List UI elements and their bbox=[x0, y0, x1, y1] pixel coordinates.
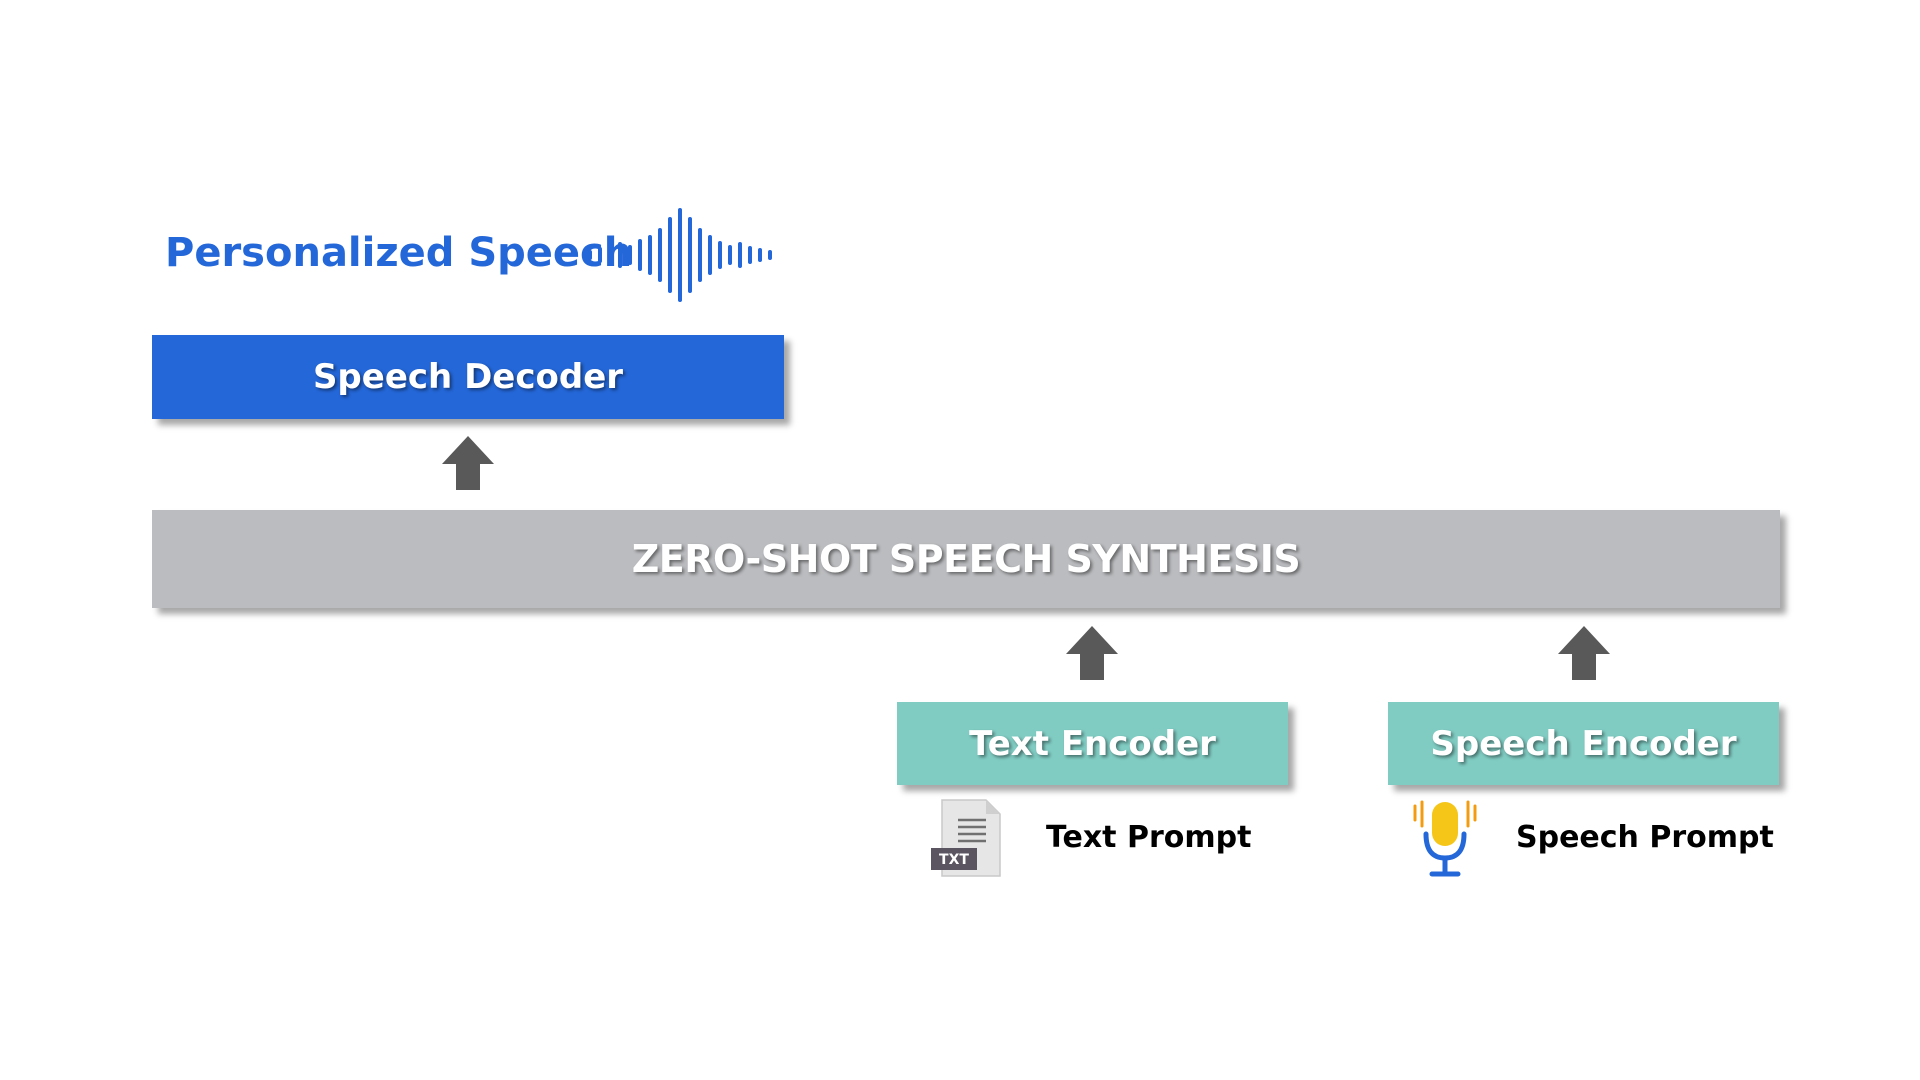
personalized-speech-title: Personalized Speech bbox=[165, 230, 633, 276]
speech-encoder-label: Speech Encoder bbox=[1430, 723, 1737, 764]
arrow-up-icon bbox=[442, 436, 494, 490]
text-encoder-label: Text Encoder bbox=[969, 723, 1216, 764]
arrow-up-icon bbox=[1066, 626, 1118, 680]
arrow-up-icon bbox=[1558, 626, 1610, 680]
text-prompt-label: Text Prompt bbox=[1046, 820, 1252, 855]
speech-encoder-box: Speech Encoder bbox=[1388, 702, 1779, 785]
text-encoder-box: Text Encoder bbox=[897, 702, 1288, 785]
txt-badge-text: TXT bbox=[939, 852, 969, 868]
zero-shot-synthesis-label: ZERO-SHOT SPEECH SYNTHESIS bbox=[631, 537, 1301, 581]
txt-file-icon: TXT bbox=[931, 799, 1001, 877]
microphone-icon bbox=[1413, 800, 1477, 877]
waveform-icon bbox=[588, 208, 772, 302]
speech-decoder-label: Speech Decoder bbox=[312, 357, 624, 397]
zero-shot-synthesis-box: ZERO-SHOT SPEECH SYNTHESIS bbox=[152, 510, 1780, 608]
speech-prompt-label: Speech Prompt bbox=[1516, 820, 1774, 855]
speech-decoder-box: Speech Decoder bbox=[152, 335, 784, 419]
